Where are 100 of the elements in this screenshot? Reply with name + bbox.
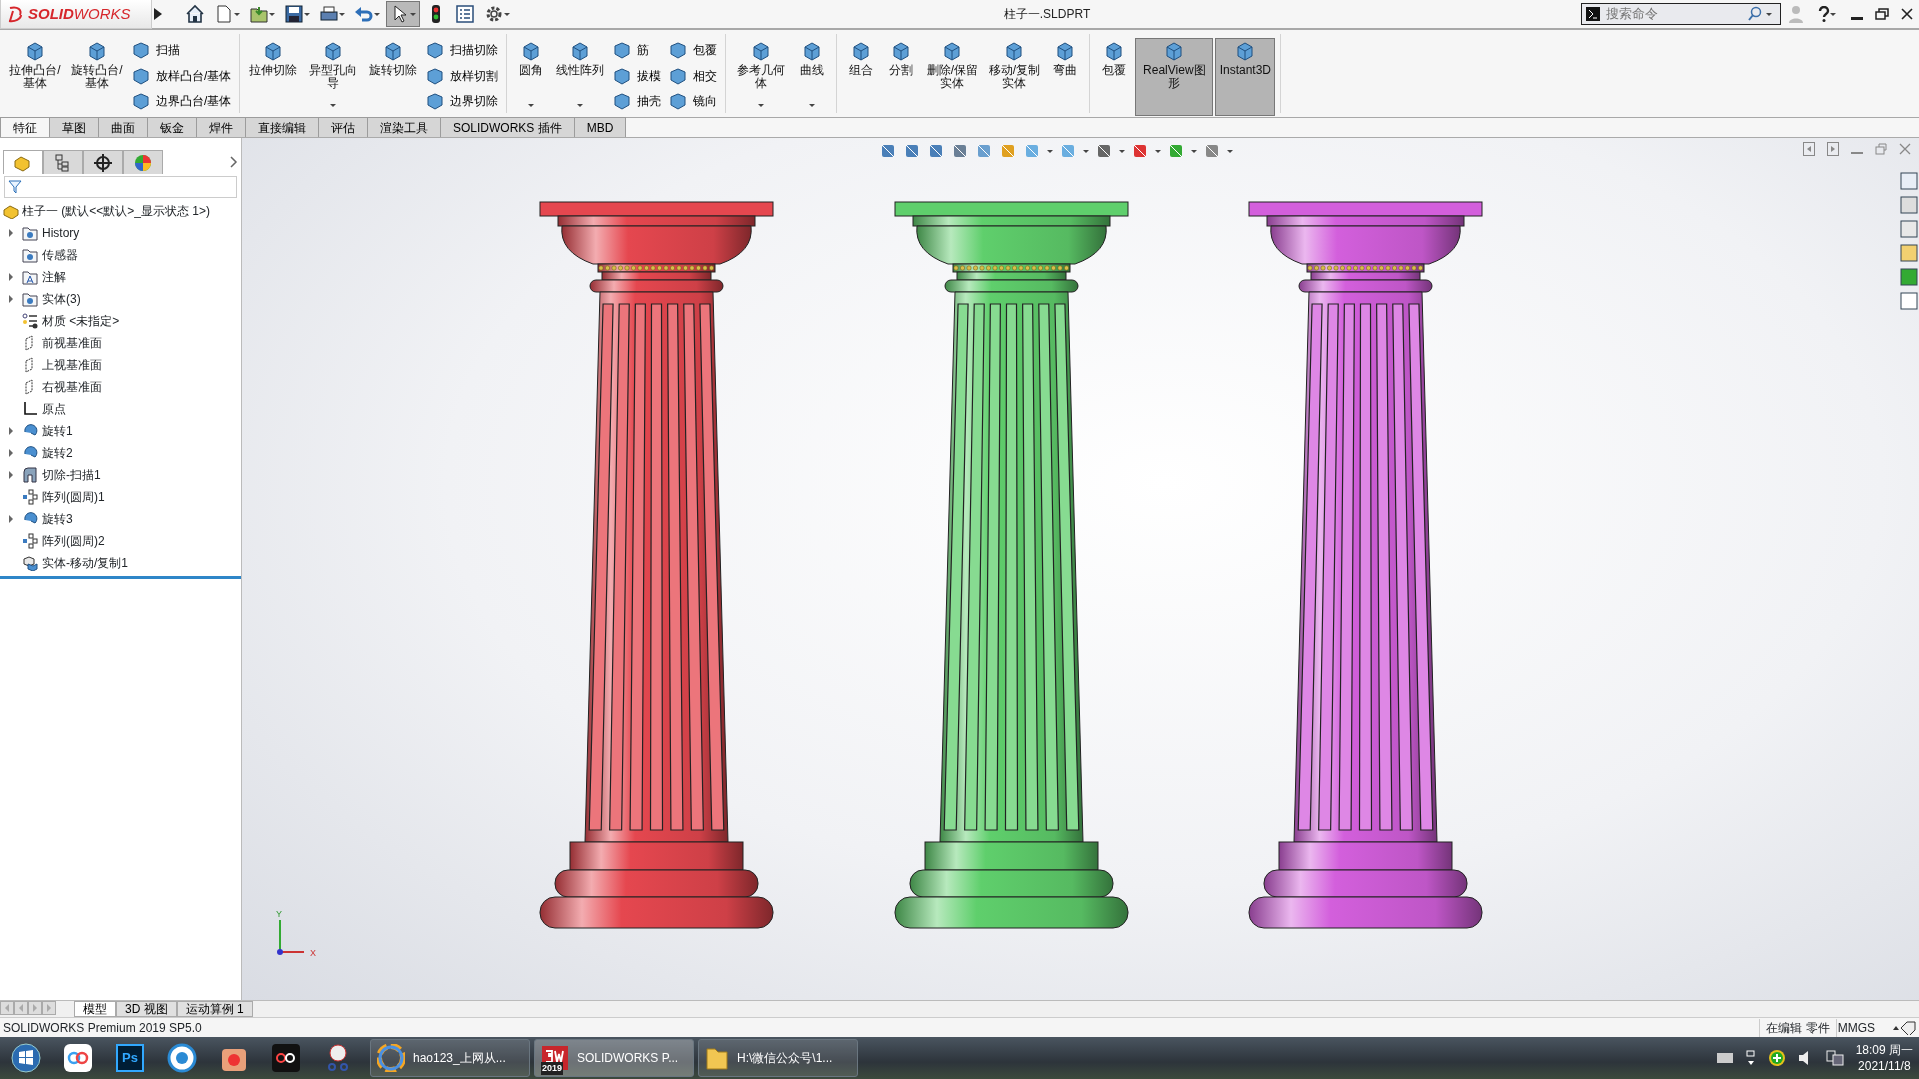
ribbon-button[interactable]: 圆角	[512, 38, 551, 116]
ribbon-button[interactable]: 包覆	[1095, 38, 1134, 116]
ribbon-button[interactable]: 相交	[666, 63, 721, 88]
expand-arrow-icon[interactable]	[8, 449, 14, 457]
plus-circle-icon[interactable]	[1767, 1049, 1786, 1067]
ribbon-button[interactable]: 线性阵列	[552, 38, 609, 116]
close-icon[interactable]	[1901, 8, 1913, 20]
ribbon-button[interactable]: RealView图形	[1135, 38, 1214, 116]
caret-icon	[234, 12, 240, 16]
ribbon-tab[interactable]: 特征	[0, 117, 50, 137]
ribbon-button[interactable]: 异型孔向导	[303, 38, 364, 116]
cube-icon	[669, 40, 688, 59]
ribbon-tab[interactable]: 直接编辑	[245, 117, 319, 137]
expand-arrow-icon[interactable]	[8, 229, 14, 237]
bottom-tab[interactable]: 3D 视图	[116, 1001, 177, 1017]
caret-icon	[410, 12, 416, 16]
ribbon-button[interactable]: 边界凸台/基体	[129, 89, 235, 113]
tree-item-label: 注解	[42, 269, 66, 286]
ribbon-tab[interactable]: 焊件	[196, 117, 246, 137]
caret-icon	[1191, 149, 1197, 153]
clock-date: 2021/11/8	[1857, 1058, 1912, 1074]
chevron-icon[interactable]	[230, 156, 238, 168]
ribbon-button[interactable]: 拉伸切除	[245, 38, 302, 116]
taskbar-window-button[interactable]: H:\微信公众号\1...	[698, 1039, 858, 1077]
taskbar-window-button[interactable]: 2019 SOLIDWORKS P...	[534, 1039, 694, 1077]
cube-icon	[263, 41, 284, 61]
ribbon-button[interactable]: 曲线	[793, 38, 832, 116]
cube-icon	[426, 92, 445, 111]
tree-item-label: 阵列(圆周)2	[42, 533, 105, 550]
cube-icon	[669, 66, 688, 85]
ribbon-tab[interactable]: 草图	[49, 117, 99, 137]
ribbon-button[interactable]: 拔模	[610, 63, 665, 88]
expand-arrow-icon[interactable]	[8, 471, 14, 479]
ribbon-button[interactable]: Instant3D	[1215, 38, 1276, 116]
ribbon-button[interactable]: 放样凸台/基体	[129, 63, 235, 88]
ribbon-button[interactable]: 弯曲	[1046, 38, 1085, 116]
filter-field[interactable]	[4, 176, 237, 198]
expand-arrow-icon[interactable]	[8, 273, 14, 281]
tree-root-label: 柱子一 (默认<<默认>_显示状态 1>)	[22, 203, 211, 220]
bottom-tab[interactable]: 模型	[74, 1001, 116, 1017]
play-arrow-icon[interactable]	[152, 7, 164, 21]
tile-right-icon[interactable]	[1827, 142, 1839, 156]
ribbon-button[interactable]: 边界切除	[423, 89, 502, 113]
ribbon-button[interactable]: 旋转切除	[365, 38, 422, 116]
ribbon-tab[interactable]: MBD	[573, 117, 627, 137]
units-button[interactable]: MMGS	[1836, 1017, 1900, 1038]
tree-item-label: 阵列(圆周)1	[42, 489, 105, 506]
status-text: SOLIDWORKS Premium 2019 SP5.0	[3, 1019, 203, 1037]
ribbon-tab[interactable]: SOLIDWORKS 插件	[440, 117, 575, 137]
cut-icon	[22, 467, 38, 483]
ribbon-tab[interactable]: 曲面	[98, 117, 148, 137]
ribbon-button[interactable]: 参考几何体	[731, 38, 792, 116]
ribbon-button[interactable]: 镜向	[666, 89, 721, 113]
ribbon-button[interactable]: 删除/保留实体	[922, 38, 983, 116]
tag-icon[interactable]	[1900, 1020, 1916, 1035]
bottom-tab[interactable]: 运动算例 1	[176, 1001, 253, 1017]
ribbon-tab[interactable]: 评估	[318, 117, 368, 137]
ribbon-button[interactable]: 拉伸凸台/基体	[5, 38, 65, 116]
panel-tab[interactable]	[83, 150, 123, 174]
save-icon	[284, 4, 304, 24]
cube-icon	[669, 92, 688, 111]
ribbon-tab[interactable]: 钣金	[147, 117, 197, 137]
axis-label: X	[310, 946, 316, 960]
expand-arrow-icon[interactable]	[8, 295, 14, 303]
expand-arrow-icon[interactable]	[8, 427, 14, 435]
ribbon-button[interactable]: 扫描	[129, 38, 235, 62]
tray-expand-icon[interactable]	[1745, 1050, 1756, 1066]
search-bar[interactable]: 搜索命令	[1581, 3, 1781, 25]
cube-icon	[1164, 41, 1185, 61]
pointer-button[interactable]	[386, 1, 420, 27]
cube-icon	[891, 41, 912, 61]
ribbon-button[interactable]: 移动/复制实体	[984, 38, 1045, 116]
axis-label: Y	[276, 908, 282, 921]
network-icon[interactable]	[1825, 1050, 1844, 1066]
ribbon-button[interactable]: 包覆	[666, 38, 721, 62]
caret-icon	[504, 12, 510, 16]
expand-arrow-icon[interactable]	[8, 515, 14, 523]
tile-left-icon[interactable]	[1803, 142, 1815, 156]
restore-icon[interactable]	[1875, 8, 1889, 20]
status-mode: 在编辑 零件	[1759, 1018, 1837, 1037]
ribbon-button[interactable]: 旋转凸台/基体	[67, 38, 127, 116]
cube-icon	[570, 41, 591, 61]
ribbon-button[interactable]: 组合	[842, 38, 881, 116]
tree-item-label: 材质 <未指定>	[42, 313, 120, 330]
ribbon-tab[interactable]: 渲染工具	[367, 117, 441, 137]
tree-item-label: 旋转3	[42, 511, 73, 528]
cube-icon	[1055, 41, 1076, 61]
ribbon-button[interactable]: 筋	[610, 38, 665, 62]
ribbon-button[interactable]: 抽壳	[610, 89, 665, 113]
search-field[interactable]: 搜索命令	[1604, 3, 1744, 25]
taskbar-window-button[interactable]: hao123_上网从...	[370, 1039, 530, 1077]
ribbon-button[interactable]: 分割	[882, 38, 921, 116]
cube-icon	[751, 41, 772, 61]
tree-item-label: 旋转2	[42, 445, 73, 462]
keyboard-icon[interactable]	[1715, 1052, 1734, 1064]
cube-icon	[323, 41, 344, 61]
taskbar-app-button[interactable]: Ps	[104, 1038, 156, 1078]
cube-icon	[1235, 41, 1256, 61]
ribbon-button[interactable]: 扫描切除	[423, 38, 502, 62]
ribbon-button[interactable]: 放样切割	[423, 63, 502, 88]
